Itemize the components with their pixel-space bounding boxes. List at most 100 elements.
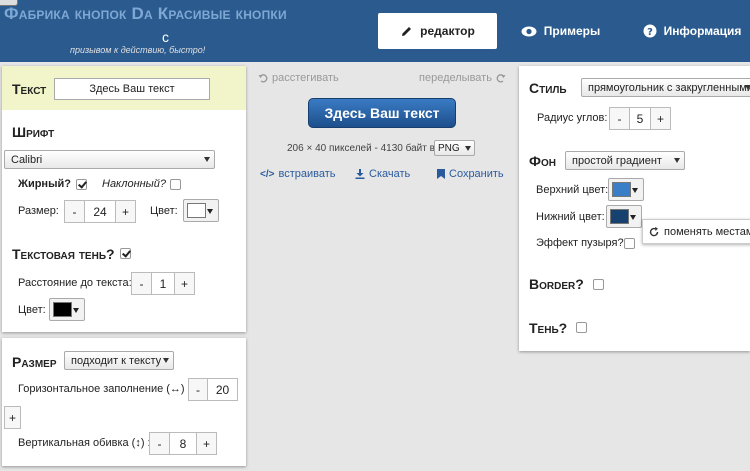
button-text-input[interactable]: Здесь Ваш текст <box>54 78 210 100</box>
vertical-padding-stepper: - 8 + <box>149 432 217 455</box>
shadow-distance-label: Расстояние до текста: <box>18 277 132 289</box>
style-settings-panel: Стиль прямоугольник с закругленными угла… <box>519 66 750 351</box>
logo-title[interactable]: Фабрика кнопок Da Красивые кнопки <box>4 4 287 24</box>
border-title: Border? <box>529 276 584 292</box>
horizontal-padding-label: Горизонтальное заполнение (↔) : <box>18 383 191 395</box>
refresh-icon <box>649 226 659 236</box>
nav-editor[interactable]: редактор <box>378 13 497 49</box>
chevron-down-icon <box>207 209 213 214</box>
shadow-distance-plus-button[interactable]: + <box>174 272 195 295</box>
chevron-down-icon <box>632 188 638 193</box>
bold-label: Жирный? <box>18 178 71 190</box>
nav-info-label: Информация <box>663 24 742 38</box>
top-color-label: Верхний цвет: <box>536 184 609 196</box>
size-title: Размер <box>12 354 57 370</box>
text-color-picker[interactable] <box>183 199 219 222</box>
embed-link[interactable]: </> встраивать <box>260 168 335 180</box>
swap-colors-label: поменять местами <box>664 225 750 238</box>
app-header: Фабрика кнопок Da Красивые кнопки с приз… <box>0 0 750 62</box>
undo-icon <box>258 74 268 83</box>
horizontal-padding-minus-button[interactable]: - <box>188 378 208 401</box>
bottom-color-label: Нижний цвет: <box>536 211 605 223</box>
bubble-effect-label: Эффект пузыря? <box>536 237 624 249</box>
chevron-down-icon <box>745 85 750 90</box>
style-value: прямоугольник с закругленными углами <box>588 81 750 94</box>
eye-icon <box>521 26 537 36</box>
shadow-distance-value[interactable]: 1 <box>152 272 174 295</box>
size-settings-panel: Размер подходит к тексту Горизонтальное … <box>2 338 246 466</box>
undo-button[interactable]: расстегивать <box>258 72 339 84</box>
bottom-color-swatch <box>610 209 629 224</box>
vertical-padding-value[interactable]: 8 <box>170 432 196 455</box>
nav-examples-label: Примеры <box>543 24 601 38</box>
image-info-text: 206 × 40 пикселей - 4130 байт в <box>287 143 435 154</box>
vertical-padding-label: Вертикальная обивка (↕) : <box>18 437 151 449</box>
border-checkbox[interactable] <box>593 279 604 290</box>
shadow-title: Тень? <box>529 320 568 336</box>
preview-button[interactable]: Здесь Ваш текст <box>308 98 456 128</box>
code-icon: </> <box>260 168 275 180</box>
text-shadow-title: Текстовая тень? <box>12 246 115 262</box>
shadow-color-label: Цвет: <box>18 304 46 316</box>
italic-checkbox[interactable] <box>170 179 181 190</box>
swap-colors-button[interactable]: поменять местами <box>642 219 750 244</box>
svg-text:?: ? <box>647 27 653 38</box>
shadow-color-swatch <box>53 302 72 317</box>
font-size-stepper: - 24 + <box>64 200 136 223</box>
corner-radius-stepper: - 5 + <box>609 107 671 130</box>
background-title: Фон <box>529 153 556 169</box>
nav-info[interactable]: ? Информация <box>638 13 746 49</box>
redo-icon <box>496 74 506 83</box>
font-size-minus-button[interactable]: - <box>64 200 85 223</box>
save-label: Сохранить <box>449 168 504 180</box>
corner-radius-value[interactable]: 5 <box>630 107 650 130</box>
font-select[interactable]: Calibri <box>4 150 215 169</box>
corner-radius-label: Радиус углов: <box>537 112 608 124</box>
text-title: Текст <box>12 81 47 97</box>
bubble-effect-checkbox[interactable] <box>624 238 635 249</box>
bottom-color-picker[interactable] <box>606 205 642 228</box>
font-size-value[interactable]: 24 <box>85 200 115 223</box>
format-select[interactable]: PNG <box>434 140 475 156</box>
size-mode-value: подходит к тексту <box>71 354 162 367</box>
pencil-icon <box>402 26 412 36</box>
background-value: простой градиент <box>572 154 662 167</box>
size-label: Размер: <box>18 205 59 217</box>
undo-label: расстегивать <box>272 72 339 84</box>
style-select[interactable]: прямоугольник с закругленными углами <box>581 78 750 97</box>
size-mode-select[interactable]: подходит к тексту <box>64 351 174 370</box>
italic-label: Наклонный? <box>102 178 167 190</box>
download-link[interactable]: Скачать <box>355 168 410 180</box>
text-shadow-checkbox[interactable] <box>120 248 131 259</box>
download-icon <box>355 169 365 179</box>
shadow-distance-minus-button[interactable]: - <box>131 272 152 295</box>
font-size-plus-button[interactable]: + <box>115 200 136 223</box>
chevron-down-icon <box>73 308 79 313</box>
corner-radius-minus-button[interactable]: - <box>609 107 630 130</box>
nav-examples[interactable]: Примеры <box>513 13 608 49</box>
redo-label: переделывать <box>419 72 492 84</box>
style-title: Стиль <box>529 80 567 96</box>
format-value: PNG <box>438 142 460 154</box>
top-color-swatch <box>612 182 631 197</box>
question-circle-icon: ? <box>643 24 657 38</box>
horizontal-padding-value[interactable]: 20 <box>208 378 238 401</box>
chevron-down-icon <box>204 157 210 162</box>
text-color-label: Цвет: <box>150 205 178 217</box>
background-select[interactable]: простой градиент <box>565 151 685 170</box>
vertical-padding-minus-button[interactable]: - <box>149 432 170 455</box>
top-color-picker[interactable] <box>608 178 644 201</box>
vertical-padding-plus-button[interactable]: + <box>196 432 217 455</box>
nav-editor-label: редактор <box>420 24 475 38</box>
chevron-down-icon <box>674 158 680 163</box>
redo-button[interactable]: переделывать <box>419 72 506 84</box>
bold-checkbox[interactable] <box>76 179 87 190</box>
shadow-color-picker[interactable] <box>49 298 85 321</box>
chevron-down-icon <box>465 146 471 151</box>
shadow-checkbox[interactable] <box>576 322 587 333</box>
corner-radius-plus-button[interactable]: + <box>650 107 671 130</box>
horizontal-padding-plus-button[interactable]: + <box>4 406 21 429</box>
font-title: Шрифт <box>12 124 55 140</box>
download-label: Скачать <box>369 168 411 180</box>
save-link[interactable]: Сохранить <box>437 168 504 180</box>
